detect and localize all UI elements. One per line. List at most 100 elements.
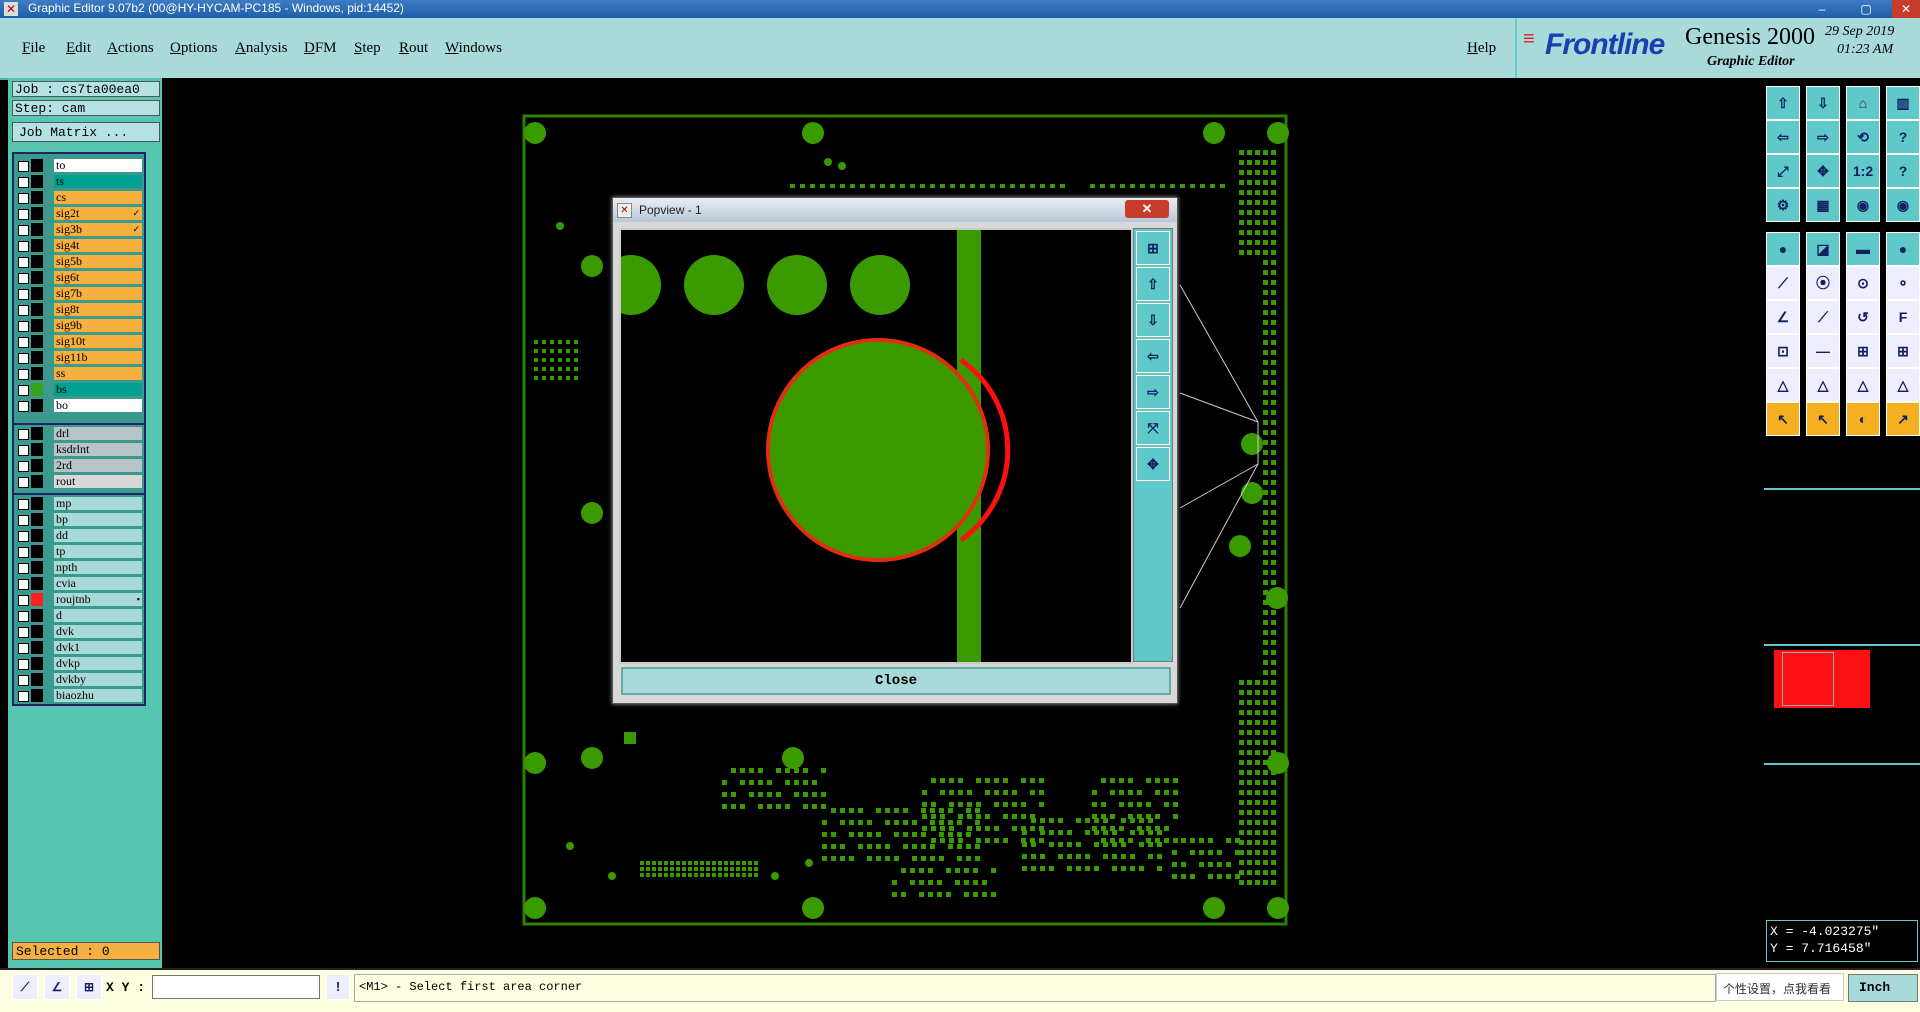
layer-color-swatch[interactable] bbox=[31, 641, 43, 654]
help-icon[interactable]: ? bbox=[1886, 120, 1920, 154]
home-icon[interactable]: ⌂ bbox=[1846, 86, 1880, 120]
job-matrix-button[interactable]: Job Matrix ... bbox=[12, 122, 160, 142]
layer-name[interactable]: mp bbox=[54, 497, 142, 510]
layer-color-swatch[interactable] bbox=[31, 367, 43, 380]
pointer-icon[interactable]: ↖ bbox=[1806, 402, 1840, 436]
layer-row-dvkby[interactable]: dvkby bbox=[14, 672, 144, 687]
node-icon[interactable]: ⚬ bbox=[1886, 266, 1920, 300]
layer-row-sig2t[interactable]: sig2t ✓ bbox=[14, 206, 144, 221]
layer-row-bp[interactable]: bp bbox=[14, 512, 144, 527]
rotate-icon[interactable]: ⟲ bbox=[1846, 120, 1880, 154]
layer-name[interactable]: sig7b bbox=[54, 287, 142, 300]
layer-name[interactable]: dvkby bbox=[54, 673, 142, 686]
slant-icon[interactable]: ⟋ bbox=[1806, 300, 1840, 334]
layer-name[interactable]: drl bbox=[54, 427, 142, 440]
menu-edit[interactable]: Edit bbox=[66, 40, 91, 57]
layer-color-swatch[interactable] bbox=[31, 191, 43, 204]
connect-icon[interactable]: ⊞ bbox=[1886, 334, 1920, 368]
layer-name[interactable]: sig9b bbox=[54, 319, 142, 332]
layer-color-swatch[interactable] bbox=[31, 545, 43, 558]
layer-checkbox[interactable] bbox=[18, 225, 29, 236]
layer-checkbox[interactable] bbox=[18, 515, 29, 526]
popview-zoom-out-icon[interactable]: ✥ bbox=[1136, 447, 1170, 481]
menu-help[interactable]: Help bbox=[1467, 40, 1496, 57]
menu-actions[interactable]: Actions bbox=[107, 40, 154, 57]
layer-checkbox[interactable] bbox=[18, 177, 29, 188]
layer-row-dvk[interactable]: dvk bbox=[14, 624, 144, 639]
layer-name[interactable]: sig4t bbox=[54, 239, 142, 252]
feature-icon[interactable]: F bbox=[1886, 300, 1920, 334]
layer-row-mp[interactable]: mp bbox=[14, 496, 144, 511]
layer-row-sig5b[interactable]: sig5b bbox=[14, 254, 144, 269]
pointer-icon[interactable]: ↗ bbox=[1886, 402, 1920, 436]
layer-color-swatch[interactable] bbox=[31, 459, 43, 472]
layer-row-to[interactable]: to bbox=[14, 158, 144, 173]
layer-name[interactable]: sig2t ✓ bbox=[54, 207, 142, 220]
layer-color-swatch[interactable] bbox=[31, 657, 43, 670]
snap-icon[interactable]: ⊞ bbox=[1846, 334, 1880, 368]
layer-name[interactable]: sig10t bbox=[54, 335, 142, 348]
layer-checkbox[interactable] bbox=[18, 627, 29, 638]
query-icon[interactable]: ? bbox=[1886, 154, 1920, 188]
layer-color-swatch[interactable] bbox=[31, 609, 43, 622]
menu-options[interactable]: Options bbox=[170, 40, 218, 57]
layer-checkbox[interactable] bbox=[18, 659, 29, 670]
menu-step[interactable]: Step bbox=[354, 40, 381, 57]
layer-color-swatch[interactable] bbox=[31, 271, 43, 284]
layer-checkbox[interactable] bbox=[18, 241, 29, 252]
layer-name[interactable]: tp bbox=[54, 545, 142, 558]
layer-row-sig8t[interactable]: sig8t bbox=[14, 302, 144, 317]
layer-name[interactable]: 2rd bbox=[54, 459, 142, 472]
measure-icon[interactable]: ∠ bbox=[44, 974, 70, 1000]
triangle-icon[interactable]: △ bbox=[1886, 368, 1920, 402]
layer-row-tp[interactable]: tp bbox=[14, 544, 144, 559]
layer-name[interactable]: ss bbox=[54, 367, 142, 380]
popview-close-button[interactable]: Close bbox=[621, 667, 1171, 695]
maximize-button[interactable]: ▢ bbox=[1852, 0, 1880, 18]
pan-left-icon[interactable]: ⇦ bbox=[1766, 120, 1800, 154]
net-icon[interactable]: ◉ bbox=[1846, 188, 1880, 222]
line-icon[interactable]: ◪ bbox=[1806, 232, 1840, 266]
layer-color-swatch[interactable] bbox=[31, 513, 43, 526]
info-icon[interactable]: ! bbox=[326, 974, 350, 1000]
layer-checkbox[interactable] bbox=[18, 611, 29, 622]
layer-row-sig7b[interactable]: sig7b bbox=[14, 286, 144, 301]
layer-name[interactable]: ksdrlnt bbox=[54, 443, 142, 456]
xy-input[interactable] bbox=[152, 975, 320, 999]
layer-checkbox[interactable] bbox=[18, 161, 29, 172]
layer-color-swatch[interactable] bbox=[31, 159, 43, 172]
fit-icon[interactable]: ⤢ bbox=[1766, 154, 1800, 188]
layer-checkbox[interactable] bbox=[18, 563, 29, 574]
layer-color-swatch[interactable] bbox=[31, 207, 43, 220]
layer-color-swatch[interactable] bbox=[31, 287, 43, 300]
layer-color-swatch[interactable] bbox=[31, 351, 43, 364]
layer-color-swatch[interactable] bbox=[31, 383, 43, 396]
layer-checkbox[interactable] bbox=[18, 643, 29, 654]
layer-checkbox[interactable] bbox=[18, 461, 29, 472]
layer-row-cs[interactable]: cs bbox=[14, 190, 144, 205]
layer-name[interactable]: bs bbox=[54, 383, 142, 396]
layer-name[interactable]: biaozhu bbox=[54, 689, 142, 702]
layer-color-swatch[interactable] bbox=[31, 319, 43, 332]
ime-tooltip[interactable]: 个性设置，点我看看 bbox=[1716, 973, 1844, 1001]
layer-name[interactable]: to bbox=[54, 159, 142, 172]
layer-name[interactable]: sig3b ✓ bbox=[54, 223, 142, 236]
layer-name[interactable]: sig6t bbox=[54, 271, 142, 284]
snap-icon[interactable]: ⟋ bbox=[12, 974, 38, 1000]
layer-row-ksdrlnt[interactable]: ksdrlnt bbox=[14, 442, 144, 457]
layer-name[interactable]: rout bbox=[54, 475, 142, 488]
units-selector[interactable]: Inch bbox=[1848, 974, 1918, 1002]
layer-row-dvkp[interactable]: dvkp bbox=[14, 656, 144, 671]
popview-zoom-in-icon[interactable]: ⤧ bbox=[1136, 411, 1170, 445]
layer-color-swatch[interactable] bbox=[31, 625, 43, 638]
step-label[interactable]: Step: cam bbox=[12, 100, 160, 116]
layer-name[interactable]: bo bbox=[54, 399, 142, 412]
layer-name[interactable]: cs bbox=[54, 191, 142, 204]
triangle-icon[interactable]: △ bbox=[1766, 368, 1800, 402]
layer-row-roujtnb[interactable]: roujtnb ▪ bbox=[14, 592, 144, 607]
via-icon[interactable]: ⦿ bbox=[1806, 266, 1840, 300]
layer-row-drl[interactable]: drl bbox=[14, 426, 144, 441]
measure-icon[interactable]: ▬ bbox=[1846, 232, 1880, 266]
layer-checkbox[interactable] bbox=[18, 691, 29, 702]
layer-row-bo[interactable]: bo bbox=[14, 398, 144, 413]
